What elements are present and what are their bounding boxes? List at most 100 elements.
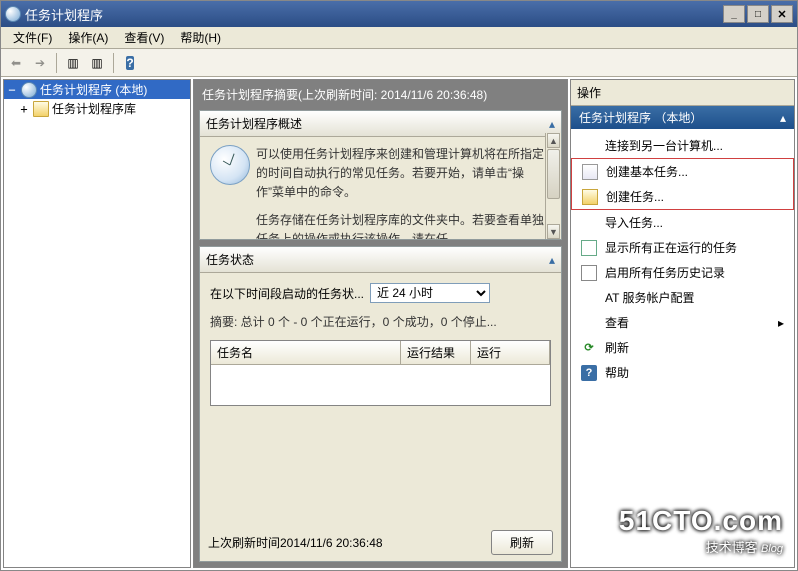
action-show-running-label: 显示所有正在运行的任务: [605, 239, 737, 256]
menu-help[interactable]: 帮助(H): [172, 27, 229, 48]
tree-collapse-icon[interactable]: −: [6, 83, 18, 97]
action-refresh-label: 刷新: [605, 339, 629, 356]
blank-icon: [581, 138, 597, 154]
task-list-header: 任务名 运行结果 运行: [211, 341, 550, 365]
overview-text: 可以使用任务计划程序来创建和管理计算机将在所指定的时间自动执行的常见任务。若要开…: [256, 145, 551, 240]
forward-button: ➔: [29, 52, 51, 74]
tree-root-label: 任务计划程序 (本地): [40, 81, 147, 98]
refresh-button[interactable]: 刷新: [491, 530, 553, 555]
overview-body: 可以使用任务计划程序来创建和管理计算机将在所指定的时间自动执行的常见任务。若要开…: [200, 137, 561, 240]
col-run-time[interactable]: 运行: [471, 341, 550, 364]
panel-icon: ▥: [67, 56, 78, 70]
status-summary: 摘要: 总计 0 个 - 0 个正在运行，0 个成功，0 个停止...: [210, 313, 551, 330]
actions-section-title: 任务计划程序 （本地）: [579, 109, 702, 126]
navigation-tree[interactable]: − 任务计划程序 (本地) + 任务计划程序库: [3, 79, 191, 568]
status-panel: 任务状态 ▴ 在以下时间段启动的任务状... 近 24 小时 摘要: 总计 0 …: [199, 246, 562, 562]
folder-icon: [33, 101, 49, 117]
help-icon: ?: [126, 56, 133, 70]
action-refresh[interactable]: ⟳ 刷新: [571, 335, 794, 360]
action-create-basic-label: 创建基本任务...: [606, 163, 688, 180]
center-header: 任务计划程序摘要(上次刷新时间: 2014/11/6 20:36:48): [196, 82, 565, 107]
task-list[interactable]: 任务名 运行结果 运行: [210, 340, 551, 406]
status-title-text: 任务状态: [206, 251, 254, 268]
action-import-task[interactable]: 导入任务...: [571, 210, 794, 235]
status-filter-label: 在以下时间段启动的任务状...: [210, 285, 364, 302]
create-task-icon: [582, 189, 598, 205]
status-panel-title: 任务状态 ▴: [200, 247, 561, 273]
menu-action[interactable]: 操作(A): [60, 27, 116, 48]
toolbar-help-button[interactable]: ?: [119, 52, 141, 74]
menu-file[interactable]: 文件(F): [5, 27, 60, 48]
blank-icon: [581, 215, 597, 231]
status-bottom-row: 上次刷新时间2014/11/6 20:36:48 刷新: [200, 524, 561, 561]
collapse-icon[interactable]: ▴: [549, 253, 555, 267]
collapse-icon[interactable]: ▴: [549, 117, 555, 131]
maximize-button[interactable]: □: [747, 5, 769, 23]
action-enable-history-label: 启用所有任务历史记录: [605, 264, 725, 281]
last-refresh-label: 上次刷新时间2014/11/6 20:36:48: [208, 534, 383, 551]
action-view-label: 查看: [605, 314, 629, 331]
toolbar-btn-2[interactable]: ▥: [86, 52, 108, 74]
toolbar-btn-1[interactable]: ▥: [62, 52, 84, 74]
overview-paragraph-1: 可以使用任务计划程序来创建和管理计算机将在所指定的时间自动执行的常见任务。若要开…: [256, 145, 551, 203]
scroll-down-icon[interactable]: ▼: [547, 224, 560, 239]
tree-root-node[interactable]: − 任务计划程序 (本地): [4, 80, 190, 99]
actions-list: 连接到另一台计算机... 创建基本任务... 创建任务... 导入任务... 显…: [571, 129, 794, 389]
title-bar: 任务计划程序 _ □ ✕: [1, 1, 797, 27]
tree-expand-icon[interactable]: +: [18, 102, 30, 116]
action-show-running[interactable]: 显示所有正在运行的任务: [571, 235, 794, 260]
blank-icon: [581, 290, 597, 306]
section-collapse-icon[interactable]: ▴: [780, 111, 786, 125]
actions-section-header: 任务计划程序 （本地） ▴: [571, 106, 794, 129]
col-run-result[interactable]: 运行结果: [401, 341, 471, 364]
overview-title-text: 任务计划程序概述: [206, 115, 302, 132]
action-help[interactable]: ? 帮助: [571, 360, 794, 385]
overview-panel-title: 任务计划程序概述 ▴: [200, 111, 561, 137]
toolbar-separator: [113, 53, 114, 73]
close-button[interactable]: ✕: [771, 5, 793, 23]
center-pane: 任务计划程序摘要(上次刷新时间: 2014/11/6 20:36:48) 任务计…: [193, 79, 568, 568]
scheduler-icon: [21, 82, 37, 98]
status-filter-row: 在以下时间段启动的任务状... 近 24 小时: [210, 283, 551, 303]
running-tasks-icon: [581, 240, 597, 256]
action-enable-history[interactable]: 启用所有任务历史记录: [571, 260, 794, 285]
col-task-name[interactable]: 任务名: [211, 341, 401, 364]
tree-library-node[interactable]: + 任务计划程序库: [4, 99, 190, 118]
create-basic-task-icon: [582, 164, 598, 180]
toolbar-separator: [56, 53, 57, 73]
tree-library-label: 任务计划程序库: [52, 100, 136, 117]
actions-pane-title: 操作: [571, 80, 794, 106]
menu-view[interactable]: 查看(V): [116, 27, 172, 48]
action-help-label: 帮助: [605, 364, 629, 381]
action-view-submenu[interactable]: 查看 ▸: [571, 310, 794, 335]
history-icon: [581, 265, 597, 281]
highlighted-actions-group: 创建基本任务... 创建任务...: [571, 158, 794, 210]
submenu-arrow-icon: ▸: [778, 316, 784, 330]
action-create-basic-task[interactable]: 创建基本任务...: [572, 159, 793, 184]
overview-paragraph-2: 任务存储在任务计划程序库的文件夹中。若要查看单独任务上的操作或执行该操作，请在任: [256, 211, 551, 240]
action-connect-label: 连接到另一台计算机...: [605, 137, 723, 154]
overview-panel: 任务计划程序概述 ▴ 可以使用任务计划程序来创建和管理计算机将在所指定的时间自动…: [199, 110, 562, 240]
status-body: 在以下时间段启动的任务状... 近 24 小时 摘要: 总计 0 个 - 0 个…: [200, 273, 561, 524]
window-title: 任务计划程序: [25, 5, 721, 24]
action-connect[interactable]: 连接到另一台计算机...: [571, 133, 794, 158]
panel-icon: ▥: [91, 56, 102, 70]
toolbar: ⬅ ➔ ▥ ▥ ?: [1, 49, 797, 77]
action-create-task-label: 创建任务...: [606, 188, 664, 205]
overview-scrollbar[interactable]: ▲ ▼: [545, 133, 561, 239]
action-at-service-label: AT 服务帐户配置: [605, 289, 695, 306]
refresh-icon: ⟳: [581, 340, 597, 356]
minimize-button[interactable]: _: [723, 5, 745, 23]
action-at-service[interactable]: AT 服务帐户配置: [571, 285, 794, 310]
app-icon: [5, 6, 21, 22]
blank-icon: [581, 315, 597, 331]
clock-icon: [210, 145, 250, 185]
content-area: − 任务计划程序 (本地) + 任务计划程序库 任务计划程序摘要(上次刷新时间:…: [1, 77, 797, 570]
action-import-label: 导入任务...: [605, 214, 663, 231]
action-create-task[interactable]: 创建任务...: [572, 184, 793, 209]
actions-pane: 操作 任务计划程序 （本地） ▴ 连接到另一台计算机... 创建基本任务... …: [570, 79, 795, 568]
back-button: ⬅: [5, 52, 27, 74]
scroll-thumb[interactable]: [547, 149, 560, 199]
status-period-select[interactable]: 近 24 小时: [370, 283, 490, 303]
scroll-up-icon[interactable]: ▲: [547, 133, 560, 148]
